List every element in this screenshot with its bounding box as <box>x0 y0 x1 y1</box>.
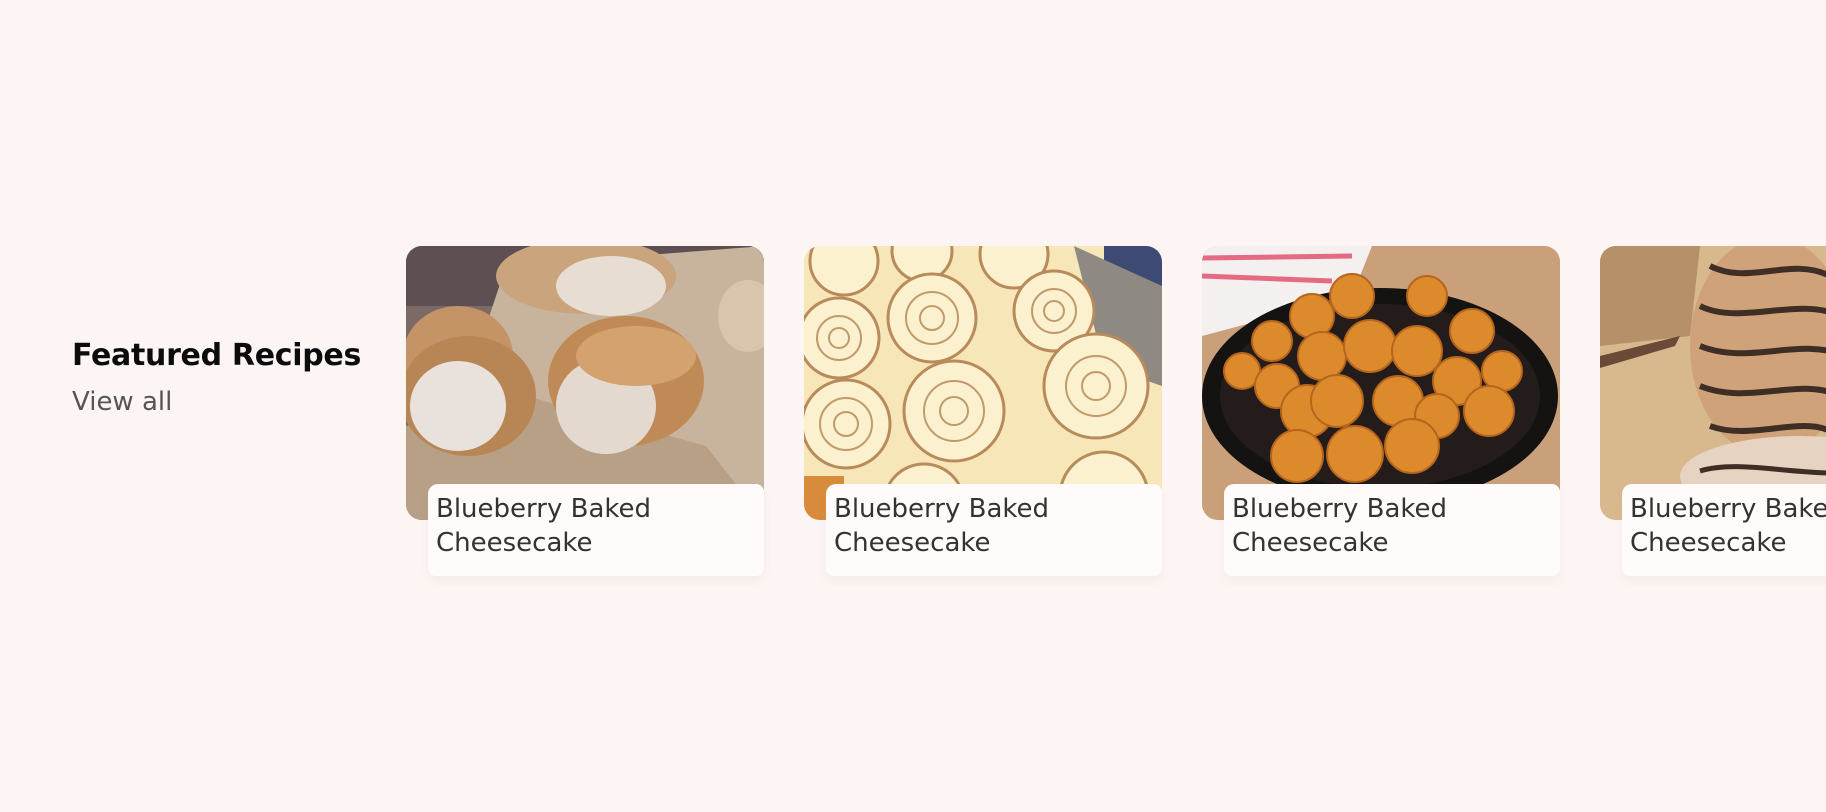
recipe-title-line1: Blueberry Baked <box>834 494 1050 524</box>
view-all-link[interactable]: View all <box>72 386 172 418</box>
recipe-image-chocolate-babka[interactable] <box>1600 246 1826 520</box>
recipe-title-line2: Cheesecake <box>1630 528 1787 558</box>
recipe-card-caption: Blueberry Baked Cheesecake <box>826 484 1162 576</box>
recipe-card[interactable]: Blueberry Baked Cheesecake <box>406 246 764 576</box>
recipe-title-line1: Blueberry Baked <box>1232 494 1448 524</box>
recipe-title-line2: Cheesecake <box>1232 528 1389 558</box>
recipe-image-bread-rolls[interactable] <box>406 246 764 520</box>
recipe-card-caption: Blueberry Baked Cheesecake <box>1622 484 1826 576</box>
recipe-title-line2: Cheesecake <box>834 528 991 558</box>
recipe-title-line1: Blueberry Baked <box>1630 494 1826 524</box>
section-header: Featured Recipes View all <box>72 336 361 418</box>
recipe-card-caption: Blueberry Baked Cheesecake <box>1224 484 1560 576</box>
recipe-image-cinnamon-rolls[interactable] <box>804 246 1162 520</box>
recipe-carousel[interactable]: Blueberry Baked Cheesecake Blueberry Bak… <box>406 246 1826 586</box>
recipe-title-line1: Blueberry Baked <box>436 494 652 524</box>
recipe-card[interactable]: Blueberry Baked Cheesecake <box>1202 246 1560 576</box>
recipe-title-line2: Cheesecake <box>436 528 593 558</box>
recipe-image-honey-balls[interactable] <box>1202 246 1560 520</box>
section-title: Featured Recipes <box>72 338 362 373</box>
recipe-card[interactable]: Blueberry Baked Cheesecake <box>1600 246 1826 576</box>
recipe-card-caption: Blueberry Baked Cheesecake <box>428 484 764 576</box>
recipe-card[interactable]: Blueberry Baked Cheesecake <box>804 246 1162 576</box>
